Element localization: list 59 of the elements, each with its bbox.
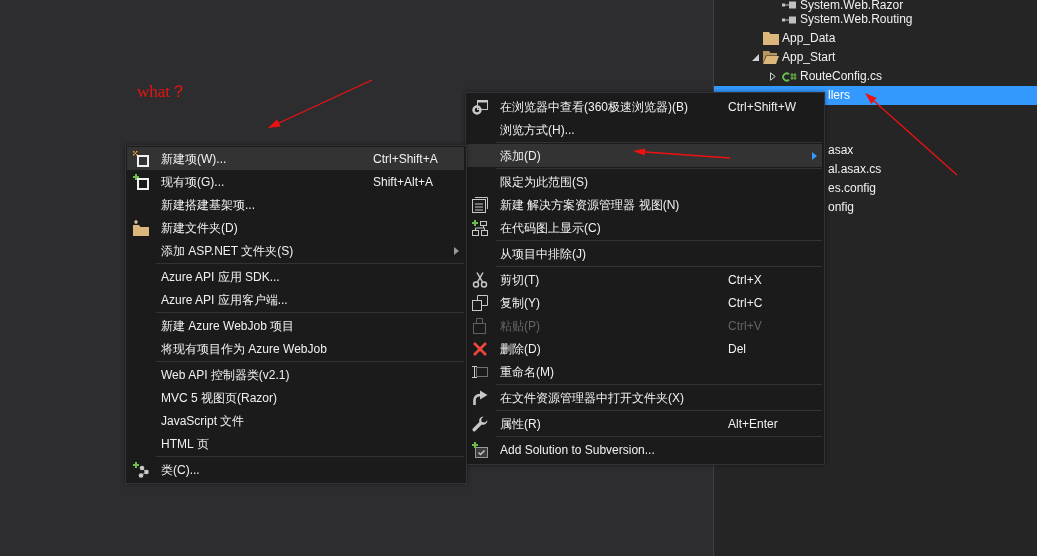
rename-icon xyxy=(472,363,488,380)
menu-item[interactable]: 新建搭建基架项... xyxy=(127,193,464,216)
menu-item[interactable]: 剪切(T) Ctrl+X xyxy=(467,268,822,291)
menu-item[interactable]: 在代码图上显示(C) xyxy=(467,216,822,239)
delete-icon xyxy=(472,340,488,357)
tree-item[interactable]: App_Start xyxy=(714,48,1037,67)
menu-item[interactable]: 删除(D) Del xyxy=(467,337,822,360)
menu-item[interactable]: 在文件资源管理器中打开文件夹(X) xyxy=(467,386,822,409)
shortcut-text: Ctrl+X xyxy=(728,271,763,289)
menu-item[interactable]: MVC 5 视图页(Razor) xyxy=(127,386,464,409)
code-file-icon xyxy=(781,71,797,82)
square-sparkle-icon xyxy=(133,150,149,167)
menu-item[interactable]: 从项目中排除(J) xyxy=(467,242,822,265)
menu-item[interactable]: 类(C)... xyxy=(127,458,464,481)
shortcut-text: Shift+Alt+A xyxy=(373,173,435,191)
menu-item[interactable]: 属性(R) Alt+Enter xyxy=(467,412,822,435)
open-folder-icon xyxy=(763,51,779,64)
menu-item[interactable]: 限定为此范围(S) xyxy=(467,170,822,193)
menu-item[interactable]: JavaScript 文件 xyxy=(127,409,464,432)
menu-item[interactable]: 复制(Y) Ctrl+C xyxy=(467,291,822,314)
wrench-icon xyxy=(472,415,488,432)
menu-item[interactable]: HTML 页 xyxy=(127,432,464,455)
tree-item[interactable]: RouteConfig.cs xyxy=(714,67,1037,86)
menu-item[interactable]: 浏览方式(H)... xyxy=(467,118,822,141)
reference-icon xyxy=(782,1,796,9)
shortcut-text: Ctrl+Shift+A xyxy=(373,150,439,168)
nodes-plus-icon xyxy=(133,461,149,478)
shortcut-text: Ctrl+C xyxy=(728,294,764,312)
menu-item[interactable]: 重命名(M) xyxy=(467,360,822,383)
shortcut-text: Alt+Enter xyxy=(728,415,779,433)
menu-item[interactable]: 新建 解决方案资源管理器 视图(N) xyxy=(467,193,822,216)
box-plus-icon xyxy=(472,441,488,458)
menu-item[interactable]: Azure API 应用客户端... xyxy=(127,288,464,311)
menu-item[interactable]: 新建项(W)... Ctrl+Shift+A xyxy=(127,147,464,170)
diagram-icon xyxy=(472,219,488,236)
menu-item[interactable]: 添加 ASP.NET 文件夹(S) xyxy=(127,239,464,262)
square-plus-icon xyxy=(133,173,149,190)
menu-item[interactable]: 添加(D) xyxy=(467,144,822,167)
window-list-icon xyxy=(472,196,488,213)
copy-icon xyxy=(472,294,488,311)
tree-item[interactable]: App_Data xyxy=(714,29,1037,48)
menu-item[interactable]: Add Solution to Subversion... xyxy=(467,438,822,461)
clipboard-icon xyxy=(472,317,488,334)
menu-item[interactable]: Azure API 应用 SDK... xyxy=(127,265,464,288)
menu-item[interactable]: 现有项(G)... Shift+Alt+A xyxy=(127,170,464,193)
annotation-text: what？ xyxy=(137,82,188,102)
scissors-icon xyxy=(472,271,488,288)
shortcut-text: Del xyxy=(728,340,747,358)
menu-item[interactable]: 将现有项目作为 Azure WebJob xyxy=(127,337,464,360)
menu-item[interactable]: 新建文件夹(D) xyxy=(127,216,464,239)
folder-sparkle-icon xyxy=(133,219,149,236)
folder-icon xyxy=(763,32,779,45)
browser-window-icon xyxy=(472,98,488,115)
shortcut-text: Ctrl+V xyxy=(728,317,763,335)
tree-item[interactable]: System.Web.Razor xyxy=(714,0,1037,10)
reference-icon xyxy=(782,15,796,24)
menu-item[interactable]: 新建 Azure WebJob 项目 xyxy=(127,314,464,337)
curved-arrow-icon xyxy=(472,389,488,406)
menu-item[interactable]: Web API 控制器类(v2.1) xyxy=(127,363,464,386)
